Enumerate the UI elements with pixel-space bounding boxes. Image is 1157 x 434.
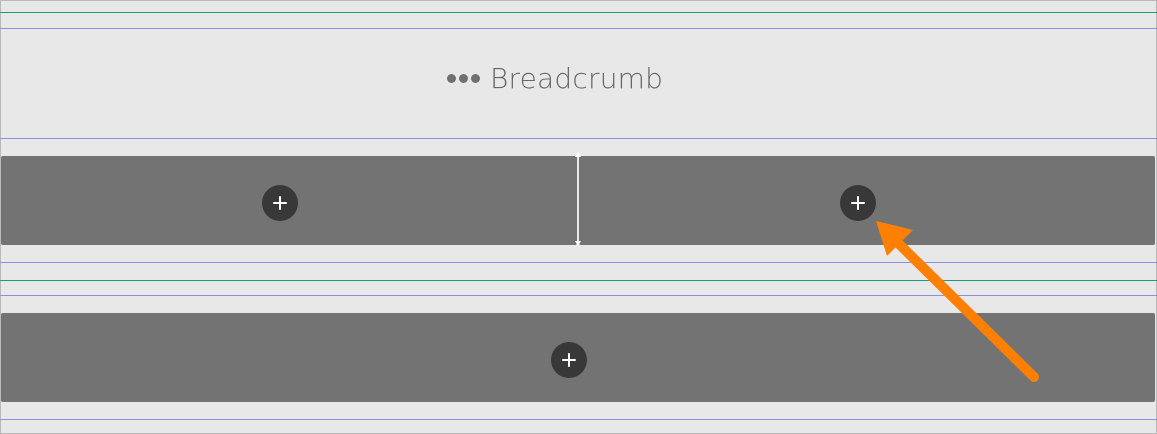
breadcrumb[interactable]: Breadcrumb [447,58,663,98]
row-boundary-guide [0,138,1157,139]
plus-icon [562,353,576,367]
row-boundary-guide [0,262,1157,263]
left-column-add-button[interactable] [262,185,298,221]
row-boundary-guide [0,419,1157,420]
more-horizontal-icon [447,73,480,83]
breadcrumb-label: Breadcrumb [490,61,664,95]
column-divider-handle-bottom[interactable] [575,241,581,246]
plus-icon [851,196,865,210]
column-divider-handle-top[interactable] [575,152,581,157]
row-boundary-guide [0,28,1157,29]
right-column-add-button[interactable] [840,185,876,221]
section-boundary-guide [0,280,1157,281]
plus-icon [273,196,287,210]
row-boundary-guide [0,295,1157,296]
section-boundary-guide [0,12,1157,13]
full-width-add-button[interactable] [551,342,587,378]
